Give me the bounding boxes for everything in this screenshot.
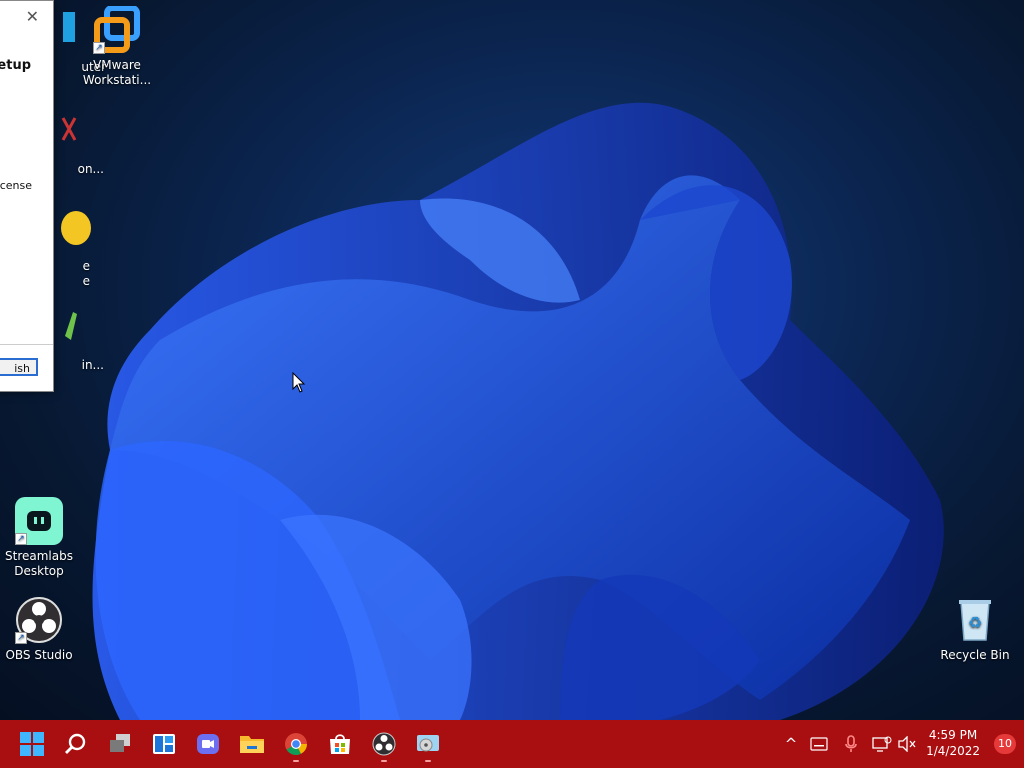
desktop-icon-label: on... (77, 162, 104, 176)
vmware-workstation-icon: ↗ (93, 5, 141, 54)
wallpaper-bloom (92, 102, 944, 720)
desktop-icon-label: e (82, 274, 90, 288)
desktop-icon-obs[interactable]: ↗ OBS Studio (0, 596, 78, 663)
setup-app-button[interactable] (408, 724, 448, 764)
widgets-icon (153, 734, 175, 754)
desktop-icon-label: OBS Studio (5, 648, 73, 662)
store-button[interactable] (320, 724, 360, 764)
app-icon (45, 207, 93, 255)
task-view-icon (110, 734, 130, 752)
desktop-icon-label: e (82, 259, 90, 273)
folder-icon (240, 736, 264, 753)
svg-text:♻: ♻ (968, 613, 982, 632)
mouse-cursor-icon (292, 372, 306, 393)
chat-button[interactable] (188, 724, 228, 764)
desktop-icon-app-2[interactable]: e e (30, 207, 108, 289)
store-icon (330, 734, 350, 754)
streamlabs-icon: ↗ (15, 497, 63, 545)
search-button[interactable] (56, 724, 96, 764)
file-explorer-button[interactable] (232, 724, 272, 764)
microphone-icon[interactable] (840, 733, 862, 755)
clock-date: 1/4/2022 (926, 744, 980, 758)
taskbar: ^ 4:59 PM 1/4/2022 10 (0, 720, 1024, 768)
shortcut-arrow-icon: ↗ (15, 533, 27, 545)
chrome-button[interactable] (276, 724, 316, 764)
running-indicator (425, 760, 431, 762)
dialog-title: etup (0, 58, 31, 73)
chrome-icon (285, 733, 307, 755)
desktop-icon-vmware[interactable]: ↗ VMware Workstati... (78, 5, 156, 88)
desktop-icon-label: Streamlabs Desktop (5, 549, 73, 578)
search-icon (65, 733, 86, 754)
desktop-icon-label: Recycle Bin (940, 648, 1010, 662)
volume-muted-icon[interactable] (896, 733, 918, 755)
network-icon[interactable] (871, 733, 893, 755)
shortcut-arrow-icon: ↗ (15, 632, 27, 644)
desktop-icon-streamlabs[interactable]: ↗ Streamlabs Desktop (0, 497, 78, 579)
windows-logo-icon (20, 732, 44, 756)
obs-taskbar-button[interactable] (364, 724, 404, 764)
running-indicator (293, 760, 299, 762)
desktop: ✕ etup icense ish uter ↗ VMware Workstat… (0, 0, 1024, 720)
task-view-button[interactable] (100, 724, 140, 764)
desktop-icon-recycle-bin[interactable]: ♻ Recycle Bin (936, 596, 1014, 663)
desktop-icon-app-3[interactable]: in... (30, 306, 108, 373)
license-text: icense (0, 179, 32, 192)
clock-time: 4:59 PM (928, 728, 978, 742)
notification-badge[interactable]: 10 (994, 734, 1016, 754)
start-button[interactable] (12, 724, 52, 764)
obs-studio-icon: ↗ (15, 596, 63, 644)
keyboard-icon[interactable] (808, 733, 830, 755)
app-icon (45, 110, 93, 158)
desktop-icon-app-1[interactable]: on... (30, 110, 108, 177)
show-hidden-icons-chevron-icon[interactable]: ^ (780, 733, 802, 755)
chat-icon (197, 734, 219, 754)
desktop-icon-label: VMware Workstati... (82, 58, 152, 87)
obs-studio-icon (372, 732, 396, 756)
clock[interactable]: 4:59 PM 1/4/2022 (926, 727, 980, 759)
shortcut-arrow-icon: ↗ (93, 42, 105, 54)
app-icon (45, 306, 93, 354)
running-indicator (381, 760, 387, 762)
widgets-button[interactable] (144, 724, 184, 764)
setup-installer-icon (417, 735, 439, 752)
desktop-icon-label: in... (81, 358, 104, 372)
recycle-bin-icon: ♻ (951, 596, 999, 644)
